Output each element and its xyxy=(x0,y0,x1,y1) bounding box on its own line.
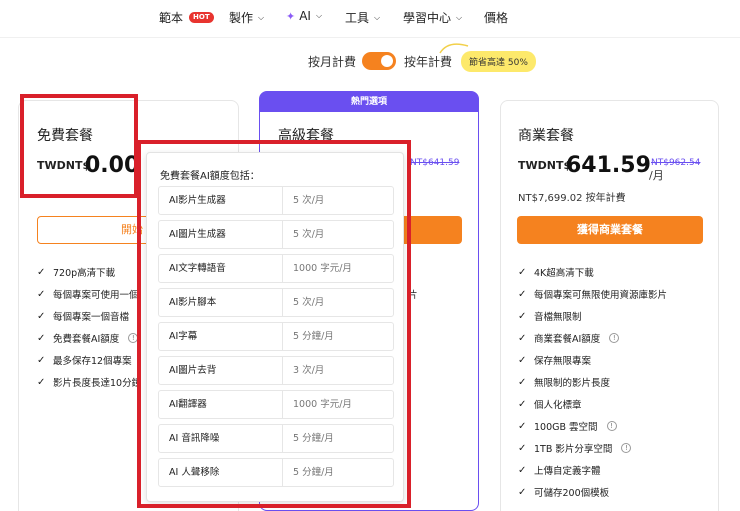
business-feature-item: ✓ 上傳自定義字體 xyxy=(518,463,601,478)
nav-create[interactable]: 製作 ⌵ xyxy=(229,9,264,26)
nav-tools[interactable]: 工具 ⌵ xyxy=(345,9,380,26)
business-feature-item: ✓ 100GB 雲空間! xyxy=(518,419,617,433)
business-feature-item: ✓ 4K超高清下載 xyxy=(518,265,594,280)
feature-text: 上傳自定義字體 xyxy=(534,466,601,477)
free-feature-item: ✓ 免費套餐AI額度! xyxy=(37,331,139,345)
check-icon: ✓ xyxy=(518,332,527,344)
business-get-label: 獲得商業套餐 xyxy=(577,223,643,236)
billing-switch[interactable] xyxy=(362,52,396,70)
business-price: 641.59 xyxy=(566,153,651,178)
check-icon: ✓ xyxy=(518,464,527,476)
hot-badge: HOT xyxy=(189,12,214,23)
feature-text: 每個專案可使用一個 xyxy=(53,290,139,301)
feature-text: 720p高清下載 xyxy=(53,268,116,279)
business-strike-price: NT$962.54 xyxy=(651,158,701,168)
monthly-label[interactable]: 按月計費 xyxy=(308,53,356,70)
free-feature-item: ✓ 影片長度長達10分鐘 xyxy=(37,375,142,390)
nav-learning-label: 學習中心 xyxy=(403,11,452,25)
feature-text: 每個專案可無限使用資源庫影片 xyxy=(534,290,668,301)
feature-text: 影片長度長達10分鐘 xyxy=(53,378,142,389)
feature-text: 每個專案一個音檔 xyxy=(53,312,130,323)
chevron-down-icon: ⌵ xyxy=(315,11,323,20)
check-icon: ✓ xyxy=(518,442,527,454)
highlight-box-popover xyxy=(137,140,411,508)
check-icon: ✓ xyxy=(518,486,527,498)
business-feature-item: ✓ 每個專案可無限使用資源庫影片 xyxy=(518,287,668,302)
billing-toggle-row: 按月計費 按年計費 節省高達 50% xyxy=(0,43,740,72)
chevron-down-icon: ⌵ xyxy=(374,12,381,22)
highlight-box-price xyxy=(20,94,138,198)
check-icon: ✓ xyxy=(37,354,46,366)
nav-templates[interactable]: 範本 HOT xyxy=(159,9,214,26)
check-icon: ✓ xyxy=(37,376,46,388)
feature-text: 音檔無限制 xyxy=(534,312,582,323)
check-icon: ✓ xyxy=(518,420,527,432)
business-feature-item: ✓ 1TB 影片分享空間! xyxy=(518,441,632,455)
business-feature-item: ✓ 商業套餐AI額度! xyxy=(518,331,620,345)
nav-create-label: 製作 xyxy=(229,11,254,25)
info-icon[interactable]: ! xyxy=(606,421,617,431)
free-feature-item: ✓ 每個專案一個音檔 xyxy=(37,309,130,324)
check-icon: ✓ xyxy=(518,354,527,366)
nav-templates-label: 範本 xyxy=(159,11,184,25)
business-feature-item: ✓ 個人化標章 xyxy=(518,397,582,412)
info-icon[interactable]: ! xyxy=(609,333,620,343)
free-feature-item: ✓ 720p高清下載 xyxy=(37,265,116,280)
top-nav: 範本 HOT 製作 ⌵ ✦ AI ⌵ 工具 ⌵ 學習中心 ⌵ 價格 xyxy=(0,0,740,38)
yearly-label[interactable]: 按年計費 xyxy=(404,53,452,70)
chevron-down-icon: ⌵ xyxy=(258,12,265,22)
nav-pricing[interactable]: 價格 xyxy=(484,9,508,26)
business-feature-item: ✓ 音檔無限制 xyxy=(518,309,582,324)
business-feature-item: ✓ 可儲存200個模板 xyxy=(518,485,610,500)
check-icon: ✓ xyxy=(518,288,527,300)
nav-tools-label: 工具 xyxy=(345,11,370,25)
feature-text: 4K超高清下載 xyxy=(534,268,594,279)
business-get-button[interactable]: 獲得商業套餐 xyxy=(517,216,703,244)
popular-banner: 熱門選項 xyxy=(260,92,478,112)
sparkle-icon: ✦ xyxy=(286,9,296,23)
feature-text: 保存無限專案 xyxy=(534,356,592,367)
check-icon: ✓ xyxy=(518,376,527,388)
save-badge: 節省高達 50% xyxy=(461,51,536,72)
business-plan-name: 商業套餐 xyxy=(518,128,574,144)
nav-ai[interactable]: ✦ AI ⌵ xyxy=(286,9,322,23)
feature-text: 個人化標章 xyxy=(534,400,582,411)
feature-text: 商業套餐AI額度 xyxy=(534,334,601,345)
check-icon: ✓ xyxy=(518,310,527,322)
check-icon: ✓ xyxy=(37,266,46,278)
pro-strike-price: NT$641.59 xyxy=(410,158,460,168)
feature-text: 無限制的影片長度 xyxy=(534,378,611,389)
feature-text: 免費套餐AI額度 xyxy=(53,334,120,345)
check-icon: ✓ xyxy=(37,288,46,300)
check-icon: ✓ xyxy=(37,332,46,344)
feature-text: 可儲存200個模板 xyxy=(534,488,610,499)
business-plan-card: 商業套餐 TWDNT$ 641.59 /月 NT$962.54 NT$7,699… xyxy=(500,100,719,511)
switch-knob xyxy=(381,55,393,67)
nav-pricing-label: 價格 xyxy=(484,11,509,25)
check-icon: ✓ xyxy=(37,310,46,322)
business-yearly-billing: NT$7,699.02 按年計費 xyxy=(518,193,626,204)
business-currency: TWDNT$ xyxy=(518,159,572,172)
nav-learning-center[interactable]: 學習中心 ⌵ xyxy=(403,9,462,26)
chevron-down-icon: ⌵ xyxy=(456,12,463,22)
feature-text: 最多保存12個專案 xyxy=(53,356,132,367)
business-feature-item: ✓ 無限制的影片長度 xyxy=(518,375,611,390)
nav-ai-label: AI xyxy=(299,9,311,23)
free-feature-item: ✓ 最多保存12個專案 xyxy=(37,353,132,368)
free-feature-item: ✓ 每個專案可使用一個 xyxy=(37,287,139,302)
info-icon[interactable]: ! xyxy=(621,443,632,453)
feature-text: 100GB 雲空間 xyxy=(534,422,598,433)
feature-text: 1TB 影片分享空間 xyxy=(534,444,613,455)
business-per-month: /月 xyxy=(649,169,664,182)
check-icon: ✓ xyxy=(518,266,527,278)
check-icon: ✓ xyxy=(518,398,527,410)
business-feature-item: ✓ 保存無限專案 xyxy=(518,353,592,368)
